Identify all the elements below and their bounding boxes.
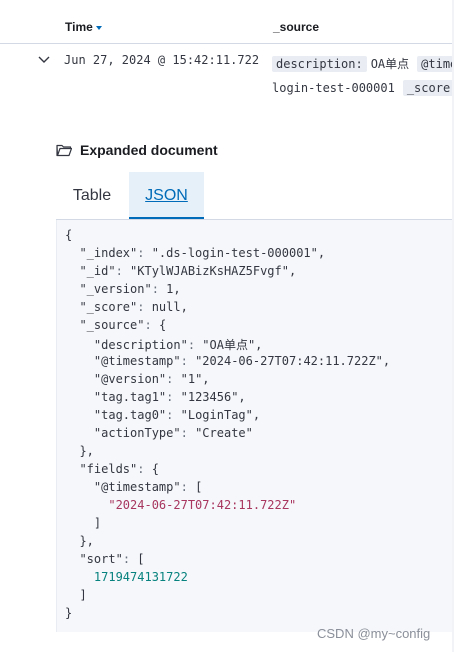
json-line: 1719474131722	[93, 570, 188, 584]
source-key-description: description:	[272, 56, 367, 72]
json-line: ]	[65, 516, 102, 530]
json-line: "@version": "1",	[93, 372, 210, 386]
expanded-document-heading: Expanded document	[56, 142, 218, 158]
tab-table[interactable]: Table	[56, 172, 128, 219]
json-line: ]	[65, 588, 87, 602]
json-line: },	[65, 444, 94, 458]
watermark: CSDN @my~config	[317, 626, 431, 641]
json-line: "2024-06-27T07:42:11.722Z"	[108, 498, 297, 512]
source-key-timestamp: @time	[417, 56, 454, 72]
doc-table-header: Time _source	[0, 0, 454, 44]
source-column-header: _source	[273, 20, 320, 34]
source-summary-line2: login-test-000001 _score:	[272, 80, 454, 96]
json-line: "_version": 1,	[79, 282, 181, 296]
json-line: "description": "OA单点",	[93, 338, 263, 352]
json-line: "fields": {	[79, 462, 159, 476]
source-summary-line1: description: OA单点 @time	[272, 55, 454, 72]
json-line: "sort": [	[79, 552, 145, 566]
json-line: {	[65, 228, 73, 242]
doc-view-tabs: Table JSON	[56, 172, 454, 220]
json-line: "tag.tag1": "123456",	[93, 390, 246, 404]
json-line: "_score": null,	[79, 300, 188, 314]
json-line: },	[65, 534, 94, 548]
json-line: "_index": ".ds-login-test-000001",	[79, 246, 326, 260]
sort-desc-icon[interactable]	[95, 25, 102, 30]
row-timestamp: Jun 27, 2024 @ 15:42:11.722	[64, 53, 260, 67]
source-value-index: login-test-000001	[272, 81, 395, 95]
json-line: "_source": {	[79, 318, 167, 332]
chevron-down-icon[interactable]	[38, 55, 50, 65]
json-line: "actionType": "Create"	[93, 426, 253, 440]
source-key-score: _score:	[402, 80, 454, 96]
folder-open-icon	[56, 144, 72, 157]
json-line: }	[65, 606, 73, 620]
time-column-header[interactable]: Time	[65, 20, 102, 34]
source-value-description: OA单点	[370, 57, 410, 71]
json-line: "tag.tag0": "LoginTag",	[93, 408, 261, 422]
json-line: "_id": "KTylWJABizKsHAZ5Fvgf",	[79, 264, 297, 278]
json-line: "@timestamp": [	[93, 480, 203, 494]
json-line: "@timestamp": "2024-06-27T07:42:11.722Z"…	[93, 354, 391, 368]
tab-json[interactable]: JSON	[129, 172, 204, 219]
time-column-label: Time	[65, 20, 93, 34]
expanded-document-title: Expanded document	[80, 142, 218, 158]
json-code-block[interactable]: { "_index": ".ds-login-test-000001", "_i…	[56, 220, 454, 632]
